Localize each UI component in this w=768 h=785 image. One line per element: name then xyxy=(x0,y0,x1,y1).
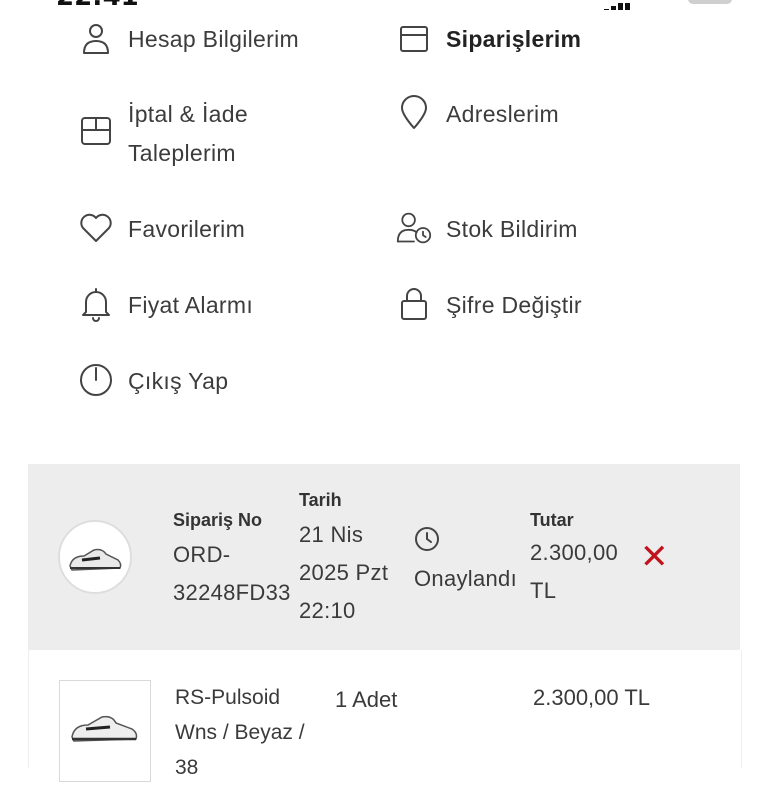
menu-label-logout: Çıkış Yap xyxy=(128,368,229,394)
item-name-line2: Wns / Beyaz / xyxy=(175,721,305,744)
menu-label-change-password: Şifre Değiştir xyxy=(446,292,582,318)
user-clock-icon xyxy=(396,210,432,246)
status-time: 22:41 xyxy=(56,0,139,10)
sneaker-icon xyxy=(69,548,122,571)
menu-orders[interactable]: Siparişlerim xyxy=(396,20,581,59)
menu-stock-alert[interactable]: Stok Bildirim xyxy=(396,210,578,249)
menu-label-account-info: Hesap Bilgilerim xyxy=(128,26,299,52)
menu-account-info[interactable]: Hesap Bilgilerim xyxy=(78,20,299,59)
total-line2: TL xyxy=(530,578,557,603)
total-label: Tutar xyxy=(530,510,574,530)
sneaker-icon xyxy=(71,715,138,742)
menu-label-returns-2: Taleplerim xyxy=(128,140,236,166)
menu-favorites[interactable]: Favorilerim xyxy=(78,210,245,249)
cancel-order-icon[interactable]: ✕ xyxy=(640,540,669,574)
user-icon xyxy=(78,20,114,56)
power-icon xyxy=(78,362,114,398)
signal-icon xyxy=(604,0,640,10)
order-status: Onaylandı xyxy=(414,566,517,591)
order-summary-card[interactable]: Sipariş No ORD- 32248FD33 Tarih 21 Nis 2… xyxy=(28,464,740,650)
menu-addresses[interactable]: Adreslerim xyxy=(396,95,559,134)
menu-label-price-alarm: Fiyat Alarmı xyxy=(128,292,254,318)
menu-label-stock-alert: Stok Bildirim xyxy=(446,216,578,242)
heart-icon xyxy=(78,210,114,246)
location-pin-icon xyxy=(396,95,432,131)
menu-label-favorites: Favorilerim xyxy=(128,216,246,242)
lock-icon xyxy=(396,286,432,322)
date-line3: 22:10 xyxy=(299,598,356,623)
status-bar: 22:41 xyxy=(0,0,768,10)
item-quantity: 1 Adet xyxy=(335,687,398,712)
menu-label-returns-1: İptal & İade xyxy=(128,101,248,127)
menu-returns[interactable]: İptal & İade Taleplerim xyxy=(78,95,248,173)
package-icon xyxy=(78,113,114,149)
item-product-image xyxy=(59,680,151,782)
orders-box-icon xyxy=(396,20,432,56)
order-product-thumbnail xyxy=(58,520,132,594)
date-label: Tarih xyxy=(299,490,342,510)
order-no-line2: 32248FD33 xyxy=(173,580,291,605)
item-name-line1: RS-Pulsoid xyxy=(175,686,281,709)
order-item-row[interactable]: RS-Pulsoid Wns / Beyaz / 38 1 Adet 2.300… xyxy=(28,650,742,782)
menu-price-alarm[interactable]: Fiyat Alarmı xyxy=(78,286,253,325)
menu-logout[interactable]: Çıkış Yap xyxy=(78,362,228,401)
item-price: 2.300,00 TL xyxy=(533,685,651,710)
order-no-line1: ORD- xyxy=(173,542,231,567)
clock-icon xyxy=(414,526,440,556)
menu-label-addresses: Adreslerim xyxy=(446,101,559,127)
date-line2: 2025 Pzt xyxy=(299,560,389,585)
menu-change-password[interactable]: Şifre Değiştir xyxy=(396,286,582,325)
menu-label-orders: Siparişlerim xyxy=(446,26,582,52)
battery-icon xyxy=(688,0,732,4)
date-line1: 21 Nis xyxy=(299,522,364,547)
total-line1: 2.300,00 xyxy=(530,540,619,565)
bell-icon xyxy=(78,286,114,322)
order-no-label: Sipariş No xyxy=(173,510,263,530)
